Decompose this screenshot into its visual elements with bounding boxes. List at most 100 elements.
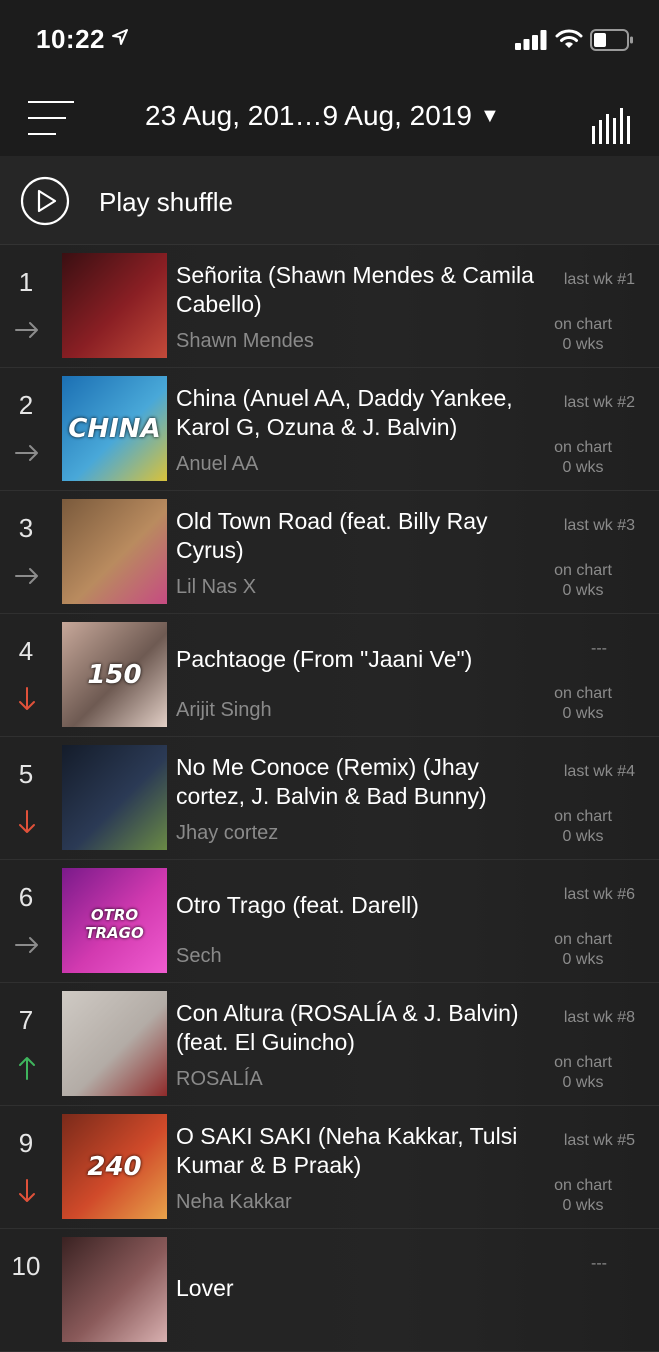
weeks-count: 0 wks (562, 1197, 604, 1214)
rank-number: 4 (18, 636, 34, 666)
play-shuffle-button[interactable]: Play shuffle (0, 156, 659, 245)
trend-up-arrow-icon (19, 1057, 35, 1080)
weeks-count: 0 wks (562, 1074, 604, 1091)
top-nav-bar: 23 Aug, 201…9 Aug, 2019 ▼ (0, 80, 659, 156)
last-week-position: last wk #6 (563, 886, 635, 903)
rank-number: 7 (18, 1005, 34, 1035)
cellular-signal-icon (515, 30, 547, 50)
on-chart-label: on chart (554, 931, 612, 948)
on-chart-label: on chart (554, 1054, 612, 1071)
song-title: Con Altura (ROSALÍA & J. Balvin) (feat. … (176, 1000, 519, 1055)
dropdown-caret-icon: ▼ (479, 105, 500, 127)
album-art-thumbnail[interactable]: 150 (62, 622, 167, 727)
trend-same-arrow-icon (15, 322, 38, 338)
chart-row[interactable]: 9 240 O SAKI SAKI (Neha Kakkar, Tulsi Kuma… (0, 1106, 659, 1229)
wifi-icon (555, 29, 583, 48)
hamburger-menu-icon[interactable] (28, 101, 74, 135)
rank-number: 6 (18, 882, 34, 912)
thumbnail-text: 240 (87, 1152, 142, 1182)
status-bar: 10:22 (0, 0, 659, 80)
trend-down-arrow-icon (19, 810, 35, 833)
last-week-position: last wk #4 (563, 763, 635, 780)
last-week-position: last wk #8 (563, 1009, 635, 1026)
chart-row[interactable]: 2 CHINA China (Anuel AA, Daddy Yankee, Kar… (0, 368, 659, 491)
last-week-position: last wk #5 (563, 1132, 635, 1149)
artist-name: Shawn Mendes (176, 330, 314, 352)
chart-bars-icon[interactable] (592, 108, 632, 144)
weeks-count: 0 wks (562, 336, 604, 353)
rank-number: 5 (18, 759, 34, 789)
thumbnail-text: OTRO TRAGO (85, 906, 144, 942)
album-art-thumbnail[interactable]: 240 (62, 1114, 167, 1219)
weeks-on-chart: on chart 0 wks (538, 930, 628, 970)
trend-down-arrow-icon (19, 687, 35, 710)
trend-same-arrow-icon (15, 937, 38, 953)
album-art-thumbnail[interactable] (62, 745, 167, 850)
date-range-label: 23 Aug, 201…9 Aug, 2019 (145, 100, 472, 131)
weeks-on-chart: on chart 0 wks (538, 438, 628, 478)
last-week-position: --- (591, 640, 607, 657)
album-art-thumbnail[interactable] (62, 253, 167, 358)
song-title: Pachtaoge (From "Jaani Ve") (176, 646, 473, 672)
chart-row[interactable]: 7 Con Altura (ROSALÍA & J. Balvin) (feat.… (0, 983, 659, 1106)
on-chart-label: on chart (554, 316, 612, 333)
song-title: Old Town Road (feat. Billy Ray Cyrus) (176, 508, 488, 563)
weeks-count: 0 wks (562, 705, 604, 722)
weeks-count: 0 wks (562, 582, 604, 599)
last-week-position: --- (591, 1255, 607, 1272)
last-week-position: last wk #2 (563, 394, 635, 411)
weeks-on-chart: on chart 0 wks (538, 684, 628, 724)
on-chart-label: on chart (554, 808, 612, 825)
artist-name: Sech (176, 945, 222, 967)
album-art-thumbnail[interactable]: OTRO TRAGO (62, 868, 167, 973)
chart-row[interactable]: 10 Lover --- (0, 1229, 659, 1352)
weeks-on-chart: on chart 0 wks (538, 807, 628, 847)
album-art-thumbnail[interactable] (62, 1237, 167, 1342)
song-title: No Me Conoce (Remix) (Jhay cortez, J. Ba… (176, 754, 487, 809)
thumbnail-text: 150 (87, 660, 142, 690)
rank-number: 2 (18, 390, 34, 420)
thumbnail-text: CHINA (68, 414, 161, 444)
chart-row[interactable]: 4 150 Pachtaoge (From "Jaani Ve") Arijit Si… (0, 614, 659, 737)
weeks-on-chart: on chart 0 wks (538, 561, 628, 601)
rank-number: 3 (18, 513, 34, 543)
artist-name: ROSALÍA (176, 1068, 263, 1090)
status-time: 10:22 (36, 24, 105, 54)
artist-name: Jhay cortez (176, 822, 279, 844)
trend-down-arrow-icon (19, 1179, 35, 1202)
artist-name: Anuel AA (176, 453, 259, 475)
play-circle-icon (20, 176, 70, 226)
song-title: China (Anuel AA, Daddy Yankee, Karol G, … (176, 385, 513, 440)
on-chart-label: on chart (554, 685, 612, 702)
song-title: Otro Trago (feat. Darell) (176, 892, 419, 918)
weeks-count: 0 wks (562, 951, 604, 968)
location-arrow-icon (112, 29, 128, 45)
on-chart-label: on chart (554, 439, 612, 456)
last-week-position: last wk #3 (563, 517, 635, 534)
trend-same-arrow-icon (15, 445, 38, 461)
on-chart-label: on chart (554, 562, 612, 579)
chart-row[interactable]: 5 No Me Conoce (Remix) (Jhay cortez, J. B… (0, 737, 659, 860)
play-shuffle-label: Play shuffle (99, 187, 233, 217)
artist-name: Arijit Singh (176, 699, 272, 721)
weeks-on-chart: on chart 0 wks (538, 315, 628, 355)
song-title: O SAKI SAKI (Neha Kakkar, Tulsi Kumar & … (176, 1123, 518, 1178)
last-week-position: last wk #1 (563, 271, 635, 288)
weeks-on-chart: on chart 0 wks (538, 1176, 628, 1216)
date-range-selector[interactable]: 23 Aug, 201…9 Aug, 2019 ▼ (145, 100, 500, 132)
album-art-thumbnail[interactable] (62, 499, 167, 604)
rank-number: 10 (11, 1251, 41, 1281)
weeks-count: 0 wks (562, 828, 604, 845)
chart-row[interactable]: 6 OTRO TRAGO Otro Trago (feat. Darell) Sech… (0, 860, 659, 983)
chart-row[interactable]: 1 Señorita (Shawn Mendes & Camila Cabello… (0, 245, 659, 368)
artist-name: Neha Kakkar (176, 1191, 292, 1213)
album-art-thumbnail[interactable]: CHINA (62, 376, 167, 481)
rank-number: 9 (18, 1128, 34, 1158)
on-chart-label: on chart (554, 1177, 612, 1194)
rank-number: 1 (18, 267, 34, 297)
chart-row[interactable]: 3 Old Town Road (feat. Billy Ray Cyrus) Li… (0, 491, 659, 614)
song-title: Lover (176, 1275, 234, 1301)
weeks-count: 0 wks (562, 459, 604, 476)
artist-name: Lil Nas X (176, 576, 257, 598)
album-art-thumbnail[interactable] (62, 991, 167, 1096)
